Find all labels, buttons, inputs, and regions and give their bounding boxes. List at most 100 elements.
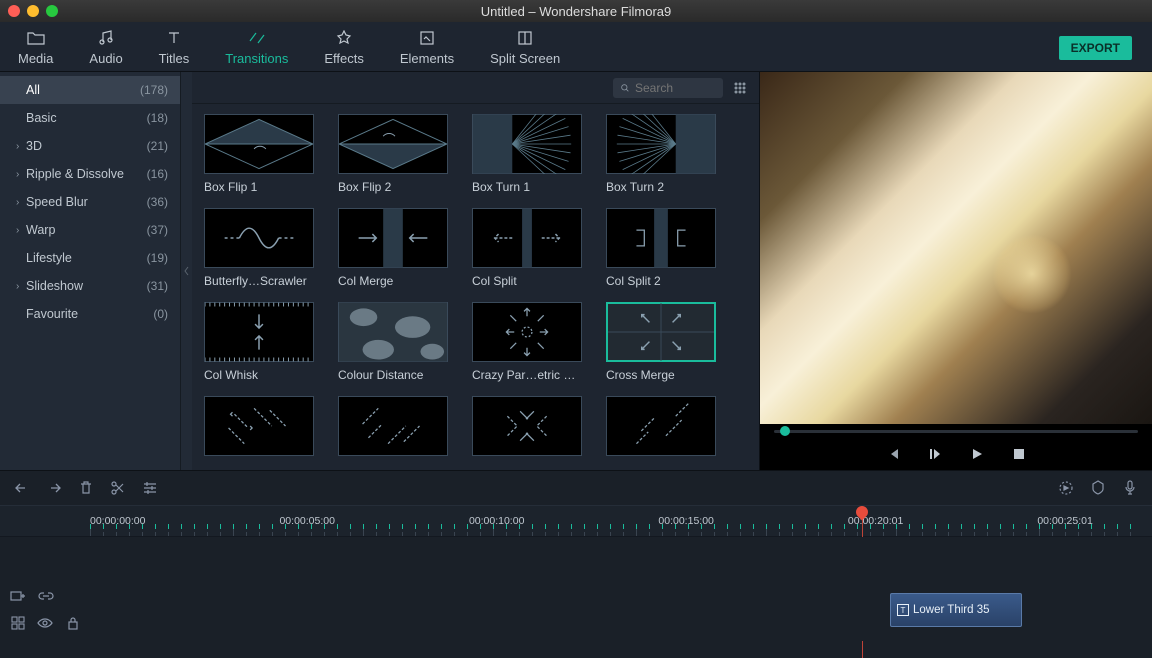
tab-label: Elements [400, 51, 454, 66]
tab-label: Split Screen [490, 51, 560, 66]
sidebar-item-count: (16) [147, 167, 168, 181]
transition-label: Box Flip 1 [204, 180, 314, 194]
transition-thumbnail[interactable] [338, 114, 448, 174]
category-sidebar: All(178)Basic(18)›3D(21)›Ripple & Dissol… [0, 72, 180, 470]
transition-item[interactable]: Crazy Par…etric Fun [472, 302, 594, 382]
transition-thumbnail[interactable] [472, 114, 582, 174]
transition-item[interactable] [472, 396, 594, 456]
timeline: 00:00:00:0000:00:05:0000:00:10:0000:00:1… [0, 470, 1152, 641]
transition-item[interactable]: Box Flip 1 [204, 114, 326, 194]
transition-item[interactable]: Box Flip 2 [338, 114, 460, 194]
lock-button[interactable] [65, 615, 80, 631]
adjust-button[interactable] [142, 480, 158, 496]
transition-thumbnail[interactable] [606, 396, 716, 456]
sidebar-item-count: (37) [147, 223, 168, 237]
preview-video[interactable] [760, 72, 1152, 424]
transition-label: Box Turn 2 [606, 180, 716, 194]
transition-item[interactable]: Butterfly…Scrawler [204, 208, 326, 288]
scrub-thumb-icon[interactable] [780, 426, 790, 436]
step-back-button[interactable] [926, 445, 944, 463]
sidebar-item[interactable]: All(178) [0, 76, 180, 104]
sidebar-item-label: Ripple & Dissolve [26, 167, 147, 181]
transition-item[interactable]: Col Split [472, 208, 594, 288]
transition-item[interactable]: Col Split 2 [606, 208, 728, 288]
undo-button[interactable] [14, 480, 30, 496]
transition-item[interactable]: Col Merge [338, 208, 460, 288]
transition-item[interactable]: Cross Merge [606, 302, 728, 382]
sidebar-item-label: Speed Blur [26, 195, 147, 209]
tab-elements[interactable]: Elements [392, 24, 462, 70]
tab-effects[interactable]: Effects [316, 24, 372, 70]
preview-scrubber[interactable] [760, 424, 1152, 438]
sidebar-item[interactable]: Lifestyle(19) [0, 244, 180, 272]
marker-button[interactable] [1090, 480, 1106, 496]
transition-thumbnail[interactable] [204, 208, 314, 268]
transition-item[interactable]: Box Turn 1 [472, 114, 594, 194]
search-box[interactable] [613, 78, 723, 98]
delete-button[interactable] [78, 480, 94, 496]
tab-split-screen[interactable]: Split Screen [482, 24, 568, 70]
transition-item[interactable]: Box Turn 2 [606, 114, 728, 194]
transition-thumbnail[interactable] [472, 208, 582, 268]
zoom-button[interactable] [10, 615, 25, 631]
split-button[interactable] [110, 480, 126, 496]
transition-item[interactable]: Colour Distance [338, 302, 460, 382]
split-icon [515, 28, 535, 48]
tab-media[interactable]: Media [10, 24, 61, 70]
prev-frame-button[interactable] [884, 445, 902, 463]
transition-label: Col Whisk [204, 368, 314, 382]
maximize-window[interactable] [46, 5, 58, 17]
chevron-right-icon: › [16, 197, 24, 208]
grid-view-icon[interactable] [731, 79, 749, 97]
search-input[interactable] [635, 81, 715, 95]
export-button[interactable]: EXPORT [1059, 36, 1132, 60]
transition-thumbnail[interactable] [204, 396, 314, 456]
record-voiceover-button[interactable] [1122, 480, 1138, 496]
link-button[interactable] [38, 588, 54, 604]
tracks-area[interactable]: T Lower Third 35 [90, 537, 1152, 641]
transition-item[interactable]: Col Whisk [204, 302, 326, 382]
clip-label: Lower Third 35 [913, 604, 990, 616]
content-header [192, 72, 759, 104]
tab-audio[interactable]: Audio [81, 24, 130, 70]
transition-item[interactable] [338, 396, 460, 456]
transition-thumbnail[interactable] [472, 302, 582, 362]
close-window[interactable] [8, 5, 20, 17]
stop-button[interactable] [1010, 445, 1028, 463]
transition-item[interactable] [204, 396, 326, 456]
transition-thumbnail[interactable] [338, 302, 448, 362]
transition-thumbnail[interactable] [338, 208, 448, 268]
time-ruler[interactable]: 00:00:00:0000:00:05:0000:00:10:0000:00:1… [0, 505, 1152, 537]
window-title: Untitled – Wondershare Filmora9 [481, 4, 672, 19]
minimize-window[interactable] [27, 5, 39, 17]
transition-thumbnail[interactable] [606, 208, 716, 268]
sidebar-item[interactable]: ›Ripple & Dissolve(16) [0, 160, 180, 188]
sidebar-item[interactable]: Favourite(0) [0, 300, 180, 328]
chevron-right-icon: › [16, 281, 24, 292]
transition-thumbnail[interactable] [606, 302, 716, 362]
transition-thumbnail[interactable] [338, 396, 448, 456]
sidebar-item[interactable]: ›Slideshow(31) [0, 272, 180, 300]
transition-thumbnail[interactable] [472, 396, 582, 456]
sidebar-collapse-handle[interactable] [180, 72, 192, 470]
elements-icon [417, 28, 437, 48]
sidebar-item[interactable]: ›Speed Blur(36) [0, 188, 180, 216]
render-button[interactable] [1058, 480, 1074, 496]
sidebar-item[interactable]: ›Warp(37) [0, 216, 180, 244]
sidebar-item-label: 3D [26, 139, 147, 153]
tab-transitions[interactable]: Transitions [217, 24, 296, 70]
sidebar-item[interactable]: Basic(18) [0, 104, 180, 132]
transition-thumbnail[interactable] [204, 114, 314, 174]
transition-item[interactable] [606, 396, 728, 456]
transition-thumbnail[interactable] [204, 302, 314, 362]
play-button[interactable] [968, 445, 986, 463]
timeline-clip[interactable]: T Lower Third 35 [890, 593, 1022, 627]
redo-button[interactable] [46, 480, 62, 496]
transition-thumbnail[interactable] [606, 114, 716, 174]
add-track-button[interactable] [10, 588, 26, 604]
sidebar-item[interactable]: ›3D(21) [0, 132, 180, 160]
transition-label: Box Turn 1 [472, 180, 582, 194]
tab-titles[interactable]: Titles [151, 24, 198, 70]
visibility-button[interactable] [37, 615, 53, 631]
effects-icon [334, 28, 354, 48]
